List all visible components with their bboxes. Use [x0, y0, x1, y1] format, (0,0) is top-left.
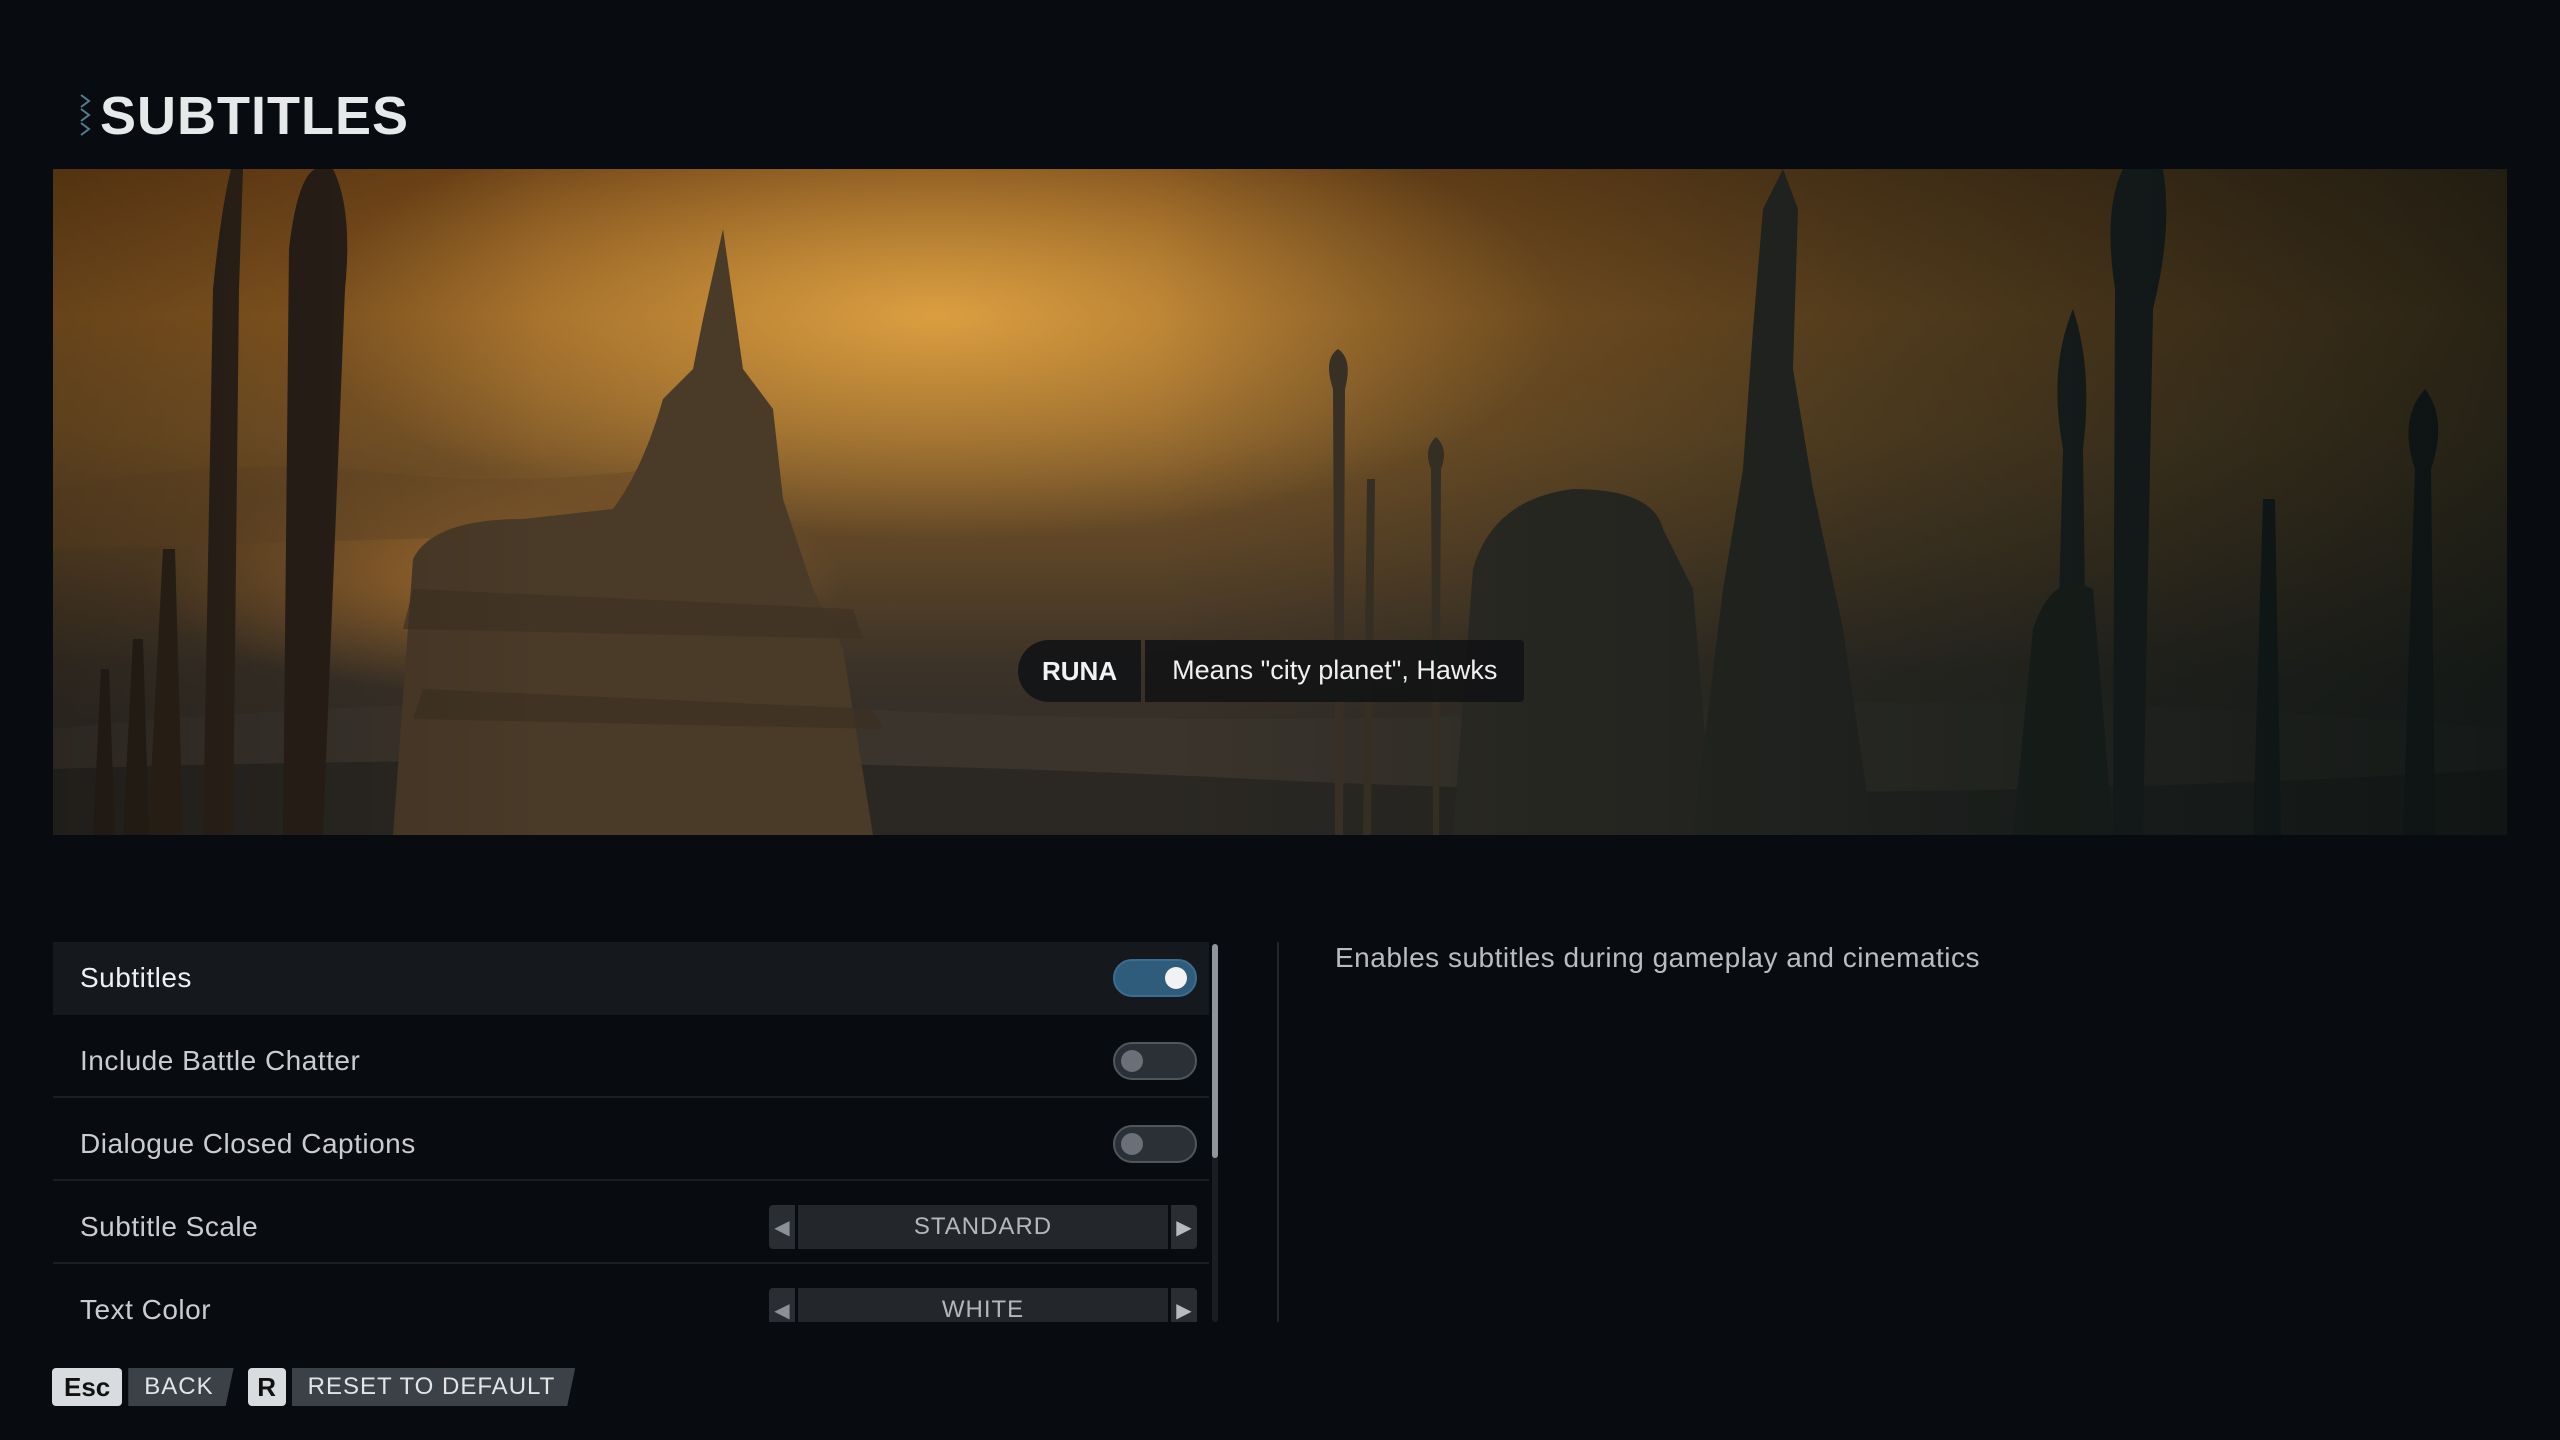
subtitles-settings-screen: SUBTITLES RUNA Means "city planet", Hawk… — [0, 0, 2560, 1440]
setting-label: Text Color — [80, 1293, 212, 1323]
subtitle-scale-selector: ◀ STANDARD ▶ — [769, 1204, 1197, 1249]
setting-row-closed-captions[interactable]: Dialogue Closed Captions — [53, 1108, 1209, 1181]
arrow-left-icon[interactable]: ◀ — [769, 1204, 795, 1249]
subtitles-toggle[interactable] — [1113, 958, 1197, 997]
text-color-value: WHITE — [798, 1287, 1168, 1322]
divider — [1277, 942, 1279, 1322]
subtitle-caption: Means "city planet", Hawks — [1145, 640, 1525, 702]
setting-label: Subtitle Scale — [80, 1210, 259, 1242]
setting-description: Enables subtitles during gameplay and ci… — [1335, 942, 1981, 973]
arrow-left-icon[interactable]: ◀ — [769, 1287, 795, 1322]
page-title: SUBTITLES — [100, 86, 410, 146]
subtitle-scale-value: STANDARD — [798, 1204, 1168, 1249]
setting-row-text-color[interactable]: Text Color ◀ WHITE ▶ — [53, 1274, 1209, 1322]
arrow-right-icon[interactable]: ▶ — [1171, 1204, 1197, 1249]
scrollbar-thumb[interactable] — [1212, 944, 1218, 1158]
back-button[interactable]: BACK — [128, 1368, 233, 1406]
battle-chatter-toggle[interactable] — [1113, 1041, 1197, 1080]
subtitle-sample: RUNA Means "city planet", Hawks — [1018, 640, 1525, 702]
subtitle-preview-image — [53, 169, 2507, 835]
closed-captions-toggle[interactable] — [1113, 1124, 1197, 1163]
text-color-selector: ◀ WHITE ▶ — [769, 1287, 1197, 1322]
arrow-right-icon[interactable]: ▶ — [1171, 1287, 1197, 1322]
footer-hints: Esc BACK R RESET TO DEFAULT — [52, 1368, 589, 1406]
toggle-knob — [1121, 1049, 1143, 1072]
settings-scrollbar[interactable] — [1212, 944, 1218, 1322]
setting-row-subtitle-scale[interactable]: Subtitle Scale ◀ STANDARD ▶ — [53, 1191, 1209, 1264]
setting-label: Include Battle Chatter — [80, 1044, 361, 1076]
header: SUBTITLES — [78, 84, 409, 148]
toggle-knob — [1165, 966, 1187, 989]
settings-list: Subtitles Include Battle Chatter Dialogu… — [53, 942, 1209, 1322]
esc-key-icon[interactable]: Esc — [52, 1368, 123, 1406]
toggle-knob — [1121, 1132, 1143, 1155]
setting-row-battle-chatter[interactable]: Include Battle Chatter — [53, 1025, 1209, 1098]
reset-to-default-button[interactable]: RESET TO DEFAULT — [292, 1368, 576, 1406]
setting-row-subtitles[interactable]: Subtitles — [53, 942, 1209, 1015]
setting-label: Dialogue Closed Captions — [80, 1127, 416, 1159]
setting-label: Subtitles — [80, 961, 192, 993]
section-glyph-icon — [80, 94, 91, 136]
speaker-name: RUNA — [1018, 640, 1142, 702]
r-key-icon[interactable]: R — [247, 1368, 286, 1406]
